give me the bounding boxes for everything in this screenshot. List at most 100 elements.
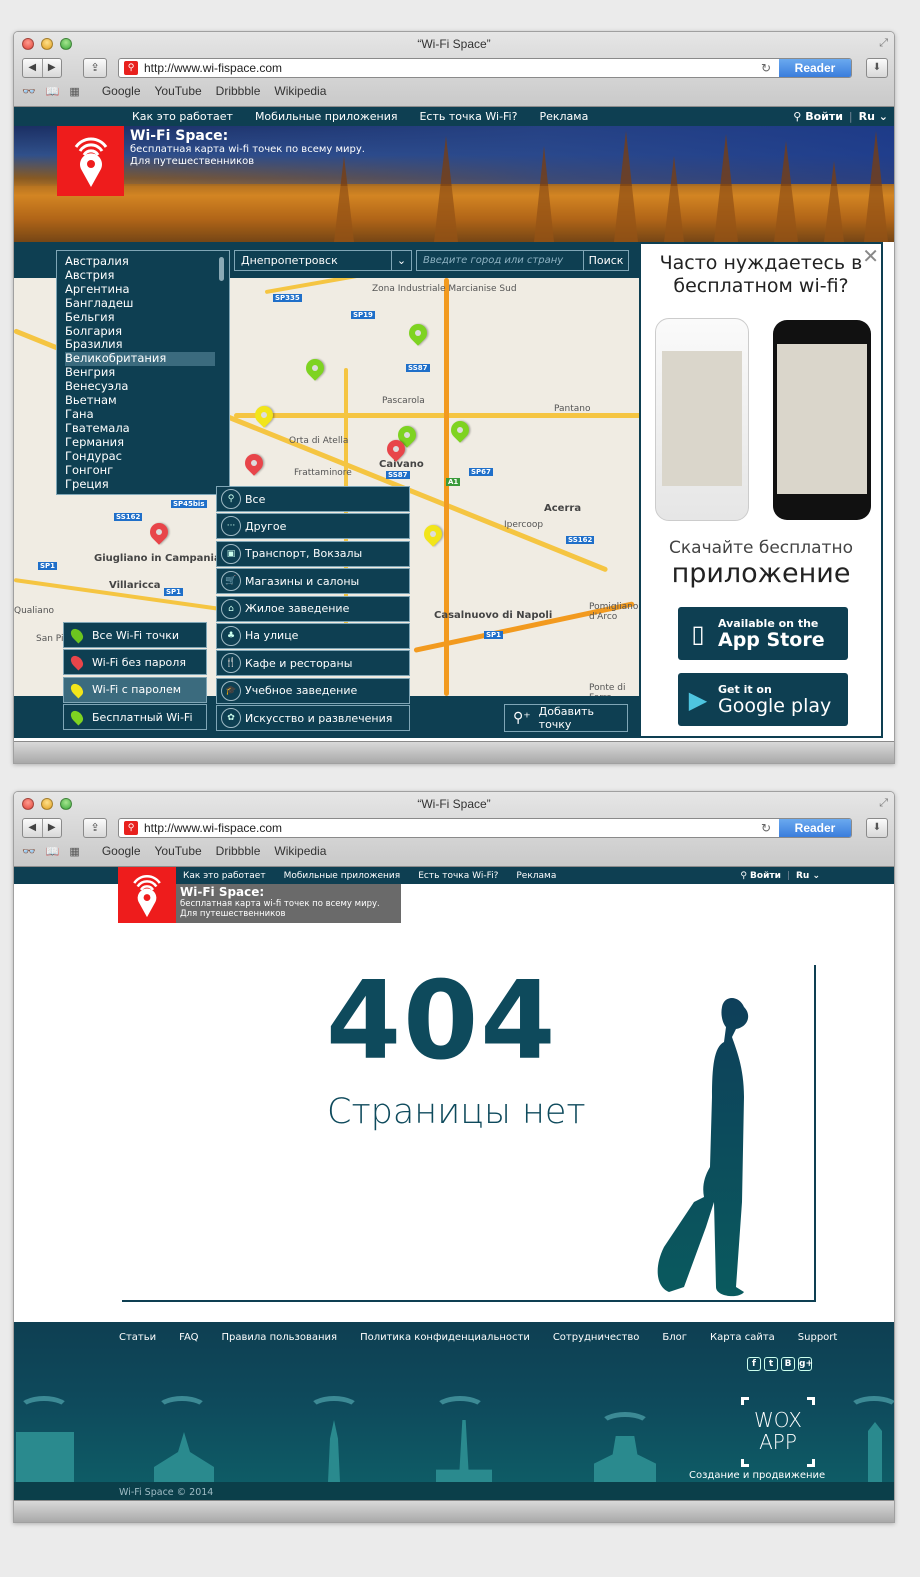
forward-button[interactable]: ▶ <box>43 819 62 837</box>
login-link[interactable]: ⚲ Войти <box>740 871 781 881</box>
map-pin-password[interactable] <box>251 402 277 428</box>
country-option[interactable]: Болгария <box>65 324 229 339</box>
back-button[interactable]: ◀ <box>23 819 43 837</box>
country-option[interactable]: Венесуэла <box>65 379 229 394</box>
wifi-space-logo[interactable] <box>118 867 176 923</box>
country-option[interactable]: Венгрия <box>65 365 229 380</box>
category-residential[interactable]: ⌂ Жилое заведение <box>216 595 410 622</box>
category-transport[interactable]: ▣ Транспорт, Вокзалы <box>216 540 410 567</box>
city-select[interactable]: Днепропетровск ⌄ <box>234 250 412 271</box>
footer-link-blog[interactable]: Блог <box>662 1332 687 1343</box>
bookmark-dribbble[interactable]: Dribbble <box>216 84 261 98</box>
bookmark-youtube[interactable]: YouTube <box>155 844 202 858</box>
back-button[interactable]: ◀ <box>23 59 43 77</box>
category-cafes[interactable]: 🍴 Кафе и рестораны <box>216 650 410 677</box>
country-list-dropdown[interactable]: Австралия Австрия Аргентина Бангладеш Бе… <box>56 250 230 495</box>
address-bar[interactable]: ⚲ http://www.wi-fispace.com ↻ Reader <box>118 818 852 838</box>
nav-how-it-works[interactable]: Как это работает <box>183 871 266 881</box>
bookmarks-icon[interactable]: 📖 <box>46 85 60 98</box>
map-pin-free[interactable] <box>447 417 473 443</box>
nav-mobile-apps[interactable]: Мобильные приложения <box>255 110 398 123</box>
downloads-button[interactable]: ⬇ <box>866 818 888 838</box>
share-button[interactable]: ⇪ <box>83 58 107 78</box>
filter-all-wifi[interactable]: Все Wi-Fi точки <box>63 622 207 648</box>
bookmark-wikipedia[interactable]: Wikipedia <box>274 84 326 98</box>
nav-advertising[interactable]: Реклама <box>539 110 588 123</box>
bookmark-google[interactable]: Google <box>102 84 141 98</box>
nav-have-wifi[interactable]: Есть точка Wi-Fi? <box>418 871 498 881</box>
facebook-icon[interactable]: f <box>747 1357 761 1371</box>
wifi-space-logo[interactable] <box>57 126 124 196</box>
footer-link-partnership[interactable]: Сотрудничество <box>553 1332 640 1343</box>
footer-link-terms[interactable]: Правила пользования <box>222 1332 338 1343</box>
search-button[interactable]: Поиск <box>583 250 629 271</box>
country-option[interactable]: Гватемала <box>65 421 229 436</box>
reload-icon[interactable]: ↻ <box>761 821 771 835</box>
nav-have-wifi[interactable]: Есть точка Wi-Fi? <box>419 110 517 123</box>
category-arts[interactable]: ✿ Искусство и развлечения <box>216 705 410 732</box>
country-option[interactable]: Гана <box>65 407 229 422</box>
url-input[interactable]: http://www.wi-fispace.com <box>144 821 761 835</box>
country-option[interactable]: Бангладеш <box>65 296 229 311</box>
google-plus-icon[interactable]: g+ <box>798 1357 813 1371</box>
vkontakte-icon[interactable]: B <box>781 1357 795 1371</box>
bookmark-google[interactable]: Google <box>102 844 141 858</box>
top-sites-icon[interactable]: ▦ <box>69 85 79 98</box>
country-option[interactable]: Гонгонг <box>65 463 229 478</box>
reading-list-icon[interactable]: 👓 <box>22 845 36 858</box>
footer-link-faq[interactable]: FAQ <box>179 1332 198 1343</box>
app-store-button[interactable]: ▯ Available on the App Store <box>678 607 848 660</box>
footer-link-articles[interactable]: Статьи <box>119 1332 156 1343</box>
reader-button[interactable]: Reader <box>779 59 851 77</box>
twitter-icon[interactable]: t <box>764 1357 778 1371</box>
filter-with-password[interactable]: Wi-Fi с паролем <box>63 676 207 703</box>
category-education[interactable]: 🎓 Учебное заведение <box>216 677 410 704</box>
footer-link-sitemap[interactable]: Карта сайта <box>710 1332 775 1343</box>
reading-list-icon[interactable]: 👓 <box>22 85 36 98</box>
country-option[interactable]: Вьетнам <box>65 393 229 408</box>
category-shops[interactable]: 🛒 Магазины и салоны <box>216 568 410 595</box>
category-outdoors[interactable]: ♣ На улице <box>216 622 410 649</box>
share-button[interactable]: ⇪ <box>83 818 107 838</box>
city-search-input[interactable]: Введите город или страну <box>416 250 584 271</box>
map-pin-no-password[interactable] <box>146 519 172 545</box>
bookmark-youtube[interactable]: YouTube <box>155 84 202 98</box>
reload-icon[interactable]: ↻ <box>761 61 771 75</box>
category-all[interactable]: ⚲ Все <box>216 486 410 512</box>
nav-mobile-apps[interactable]: Мобильные приложения <box>284 871 401 881</box>
language-select[interactable]: Ru ⌄ <box>796 871 820 881</box>
footer-link-privacy[interactable]: Политика конфиденциальности <box>360 1332 530 1343</box>
address-bar[interactable]: ⚲ http://www.wi-fispace.com ↻ Reader <box>118 58 852 78</box>
nav-advertising[interactable]: Реклама <box>516 871 556 881</box>
bookmark-wikipedia[interactable]: Wikipedia <box>274 844 326 858</box>
country-option[interactable]: Бельгия <box>65 310 229 325</box>
country-option[interactable]: Австралия <box>65 254 229 269</box>
country-option[interactable]: Бразилия <box>65 338 229 352</box>
country-list-scrollbar[interactable] <box>219 257 224 281</box>
bookmarks-icon[interactable]: 📖 <box>46 845 60 858</box>
country-option[interactable]: Гондурас <box>65 449 229 464</box>
footer-link-support[interactable]: Support <box>798 1332 838 1343</box>
downloads-button[interactable]: ⬇ <box>866 58 888 78</box>
login-link[interactable]: ⚲ Войти <box>793 110 843 123</box>
url-input[interactable]: http://www.wi-fispace.com <box>144 61 761 75</box>
language-select[interactable]: Ru ⌄ <box>859 110 888 123</box>
category-other[interactable]: ··· Другое <box>216 513 410 540</box>
reader-button[interactable]: Reader <box>779 819 851 837</box>
fullscreen-icon[interactable]: ⤢ <box>879 36 888 50</box>
map-pin-password[interactable] <box>420 521 446 547</box>
top-sites-icon[interactable]: ▦ <box>69 845 79 858</box>
map-pin-free[interactable] <box>302 355 328 381</box>
country-option[interactable]: Австрия <box>65 268 229 283</box>
country-option[interactable]: Греция <box>65 477 229 492</box>
chevron-down-icon[interactable]: ⌄ <box>391 251 411 270</box>
bookmark-dribbble[interactable]: Dribbble <box>216 844 261 858</box>
woxapp-logo[interactable]: WOX APP <box>741 1397 815 1467</box>
country-option[interactable]: Германия <box>65 435 229 450</box>
add-point-button[interactable]: ⚲⁺ Добавить точку <box>504 704 628 732</box>
google-play-button[interactable]: ▶ Get it on Google play <box>678 673 848 726</box>
country-option-selected[interactable]: Великобритания <box>65 351 215 367</box>
filter-no-password[interactable]: Wi-Fi без пароля <box>63 649 207 676</box>
filter-free-wifi[interactable]: Бесплатный Wi-Fi <box>63 704 207 731</box>
map-pin-no-password[interactable] <box>241 450 267 476</box>
